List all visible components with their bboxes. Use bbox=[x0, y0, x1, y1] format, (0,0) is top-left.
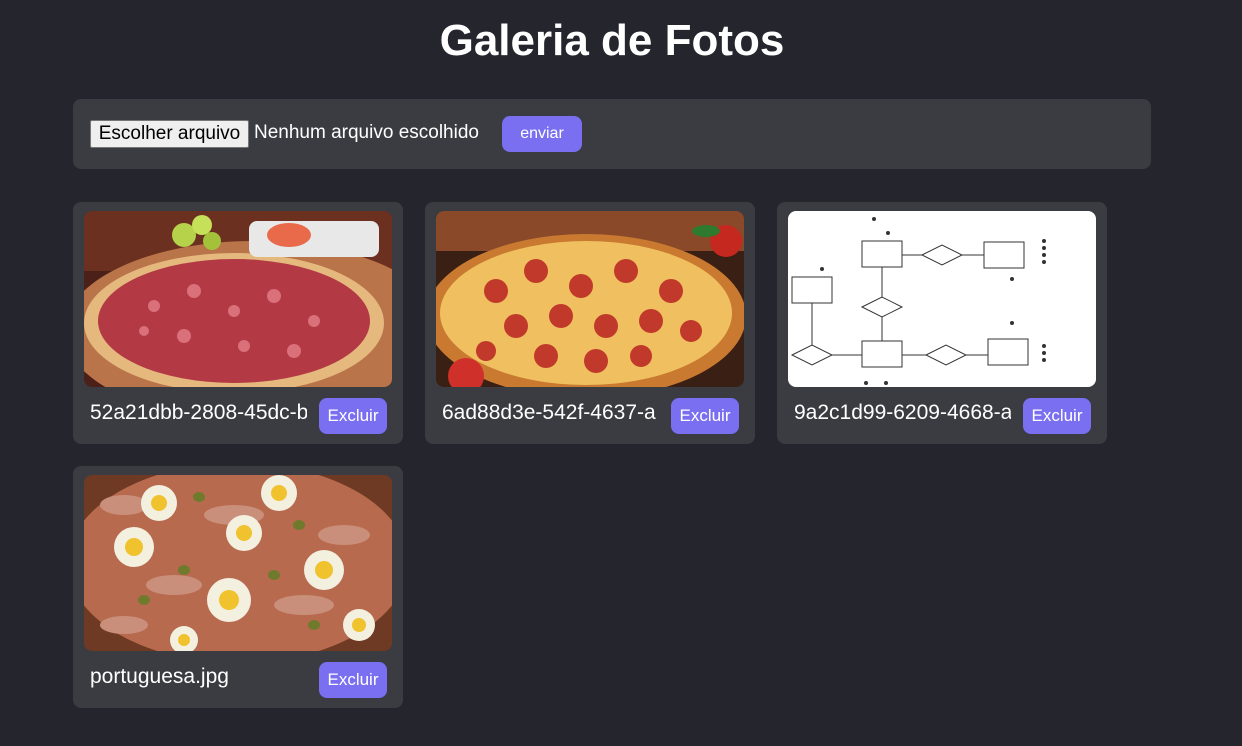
photo-thumbnail bbox=[84, 211, 392, 387]
photo-thumbnail bbox=[84, 475, 392, 651]
photo-card: 9a2c1d99-6209-4668-a Excluir bbox=[777, 202, 1107, 444]
delete-button[interactable]: Excluir bbox=[1023, 398, 1091, 434]
photo-thumbnail bbox=[788, 211, 1096, 387]
choose-file-button[interactable]: Escolher arquivo bbox=[90, 120, 249, 148]
delete-button[interactable]: Excluir bbox=[319, 662, 387, 698]
page-title: Galeria de Fotos bbox=[439, 16, 785, 65]
photo-filename: portuguesa.jpg bbox=[90, 665, 229, 688]
file-status-text: Nenhum arquivo escolhido bbox=[254, 122, 479, 143]
photo-filename: 52a21dbb-2808-45dc-b bbox=[90, 401, 307, 424]
photo-card: 52a21dbb-2808-45dc-b Excluir bbox=[73, 202, 403, 444]
delete-button[interactable]: Excluir bbox=[319, 398, 387, 434]
send-button[interactable]: enviar bbox=[502, 116, 582, 152]
photo-thumbnail bbox=[436, 211, 744, 387]
photo-filename: 6ad88d3e-542f-4637-a bbox=[442, 401, 656, 424]
photo-card: 6ad88d3e-542f-4637-a Excluir bbox=[425, 202, 755, 444]
delete-button[interactable]: Excluir bbox=[671, 398, 739, 434]
upload-form: Escolher arquivo Nenhum arquivo escolhid… bbox=[73, 99, 1151, 169]
photo-card: portuguesa.jpg Excluir bbox=[73, 466, 403, 708]
photo-filename: 9a2c1d99-6209-4668-a bbox=[794, 401, 1011, 424]
